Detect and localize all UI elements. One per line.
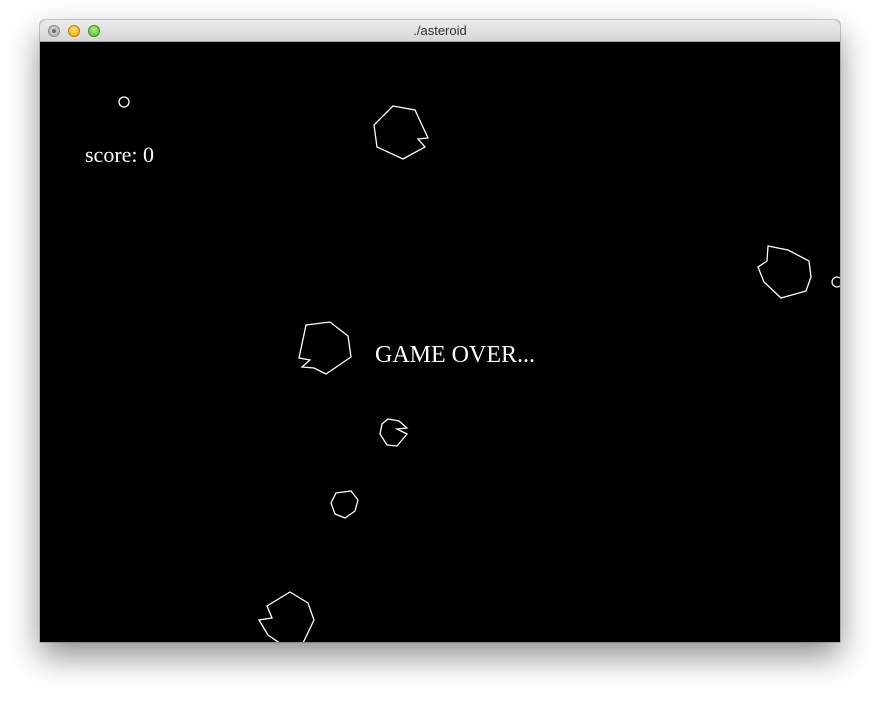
asteroid-small bbox=[330, 490, 359, 519]
bullet bbox=[118, 96, 130, 108]
bullet bbox=[831, 276, 840, 288]
score-display: score: 0 bbox=[85, 142, 155, 167]
asteroid-small bbox=[379, 418, 409, 447]
title-bar[interactable]: ./asteroid bbox=[40, 20, 840, 42]
app-window: ./asteroid score: 0 GAME OVER... bbox=[40, 20, 840, 642]
game-canvas[interactable]: score: 0 GAME OVER... bbox=[40, 42, 840, 642]
asteroid-large bbox=[757, 245, 812, 299]
window-title: ./asteroid bbox=[413, 23, 467, 38]
asteroid-large bbox=[257, 591, 315, 642]
game-over-message: GAME OVER... bbox=[375, 342, 535, 368]
asteroid-large bbox=[373, 105, 429, 160]
asteroid-large bbox=[298, 321, 352, 375]
